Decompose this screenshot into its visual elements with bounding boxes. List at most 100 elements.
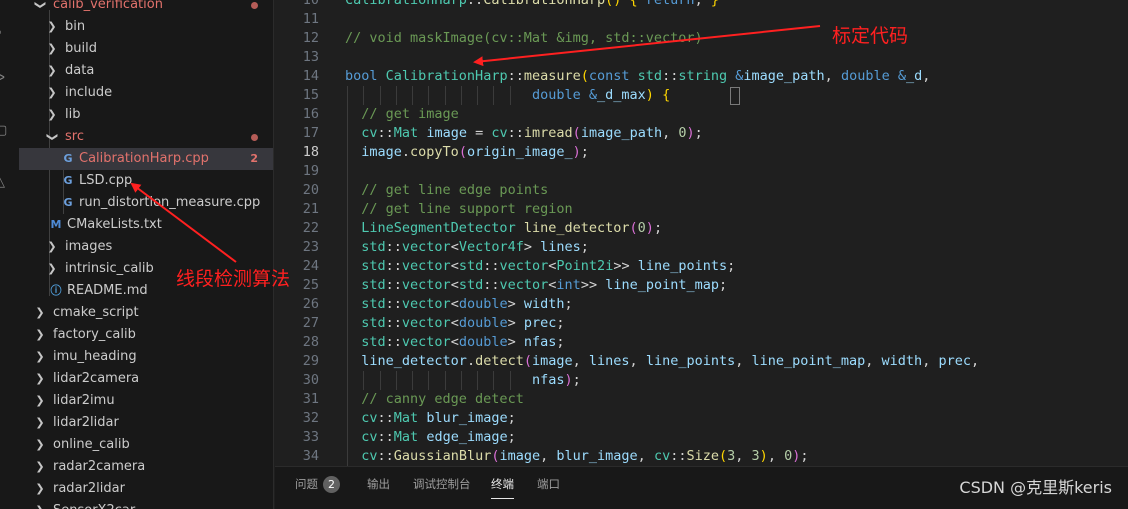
code-line[interactable]: cv::GaussianBlur (image, blur_image, cv::… — [345, 447, 808, 466]
code-editor[interactable]: 10 CalibrationHarp::CalibrationHarp() { r… — [275, 0, 1128, 466]
chevron-right-icon: ❯ — [35, 394, 45, 407]
tree-folder-radar2lidar[interactable]: ❯ radar2lidar — [19, 478, 273, 500]
code-token: double — [458, 315, 508, 331]
code-token: :: — [377, 410, 394, 426]
code-line[interactable]: double &_d_max) { — [345, 86, 670, 105]
extensions-icon[interactable]: ▢ — [0, 120, 19, 142]
code-line[interactable]: std::vector<Vector4f> lines; — [345, 238, 589, 257]
chevron-down-icon: ❯ — [34, 0, 47, 10]
tree-folder-src[interactable]: ❯ src — [19, 126, 273, 148]
code-token: image_path — [580, 125, 663, 141]
code-token: line_detector — [361, 353, 467, 369]
code-line[interactable]: std::vector<double> nfas; — [345, 333, 564, 352]
tree-folder-imu-heading[interactable]: ❯ imu_heading — [19, 346, 273, 368]
tree-folder-build[interactable]: ❯ build — [19, 38, 273, 60]
code-token: ( — [629, 220, 638, 236]
code-line[interactable]: // get line support region — [345, 200, 572, 219]
code-line[interactable]: image.copyTo(origin_image_); — [345, 143, 589, 162]
code-token: , — [865, 353, 882, 369]
tree-folder-lib[interactable]: ❯ lib — [19, 104, 273, 126]
tree-folder-online-calib[interactable]: ❯ online_calib — [19, 434, 273, 456]
chevron-right-icon: ❯ — [35, 306, 45, 319]
chevron-right-icon: ❯ — [35, 372, 45, 385]
panel-tab-3[interactable]: 终端 — [491, 476, 514, 499]
code-line[interactable]: cv::Mat edge_image; — [345, 428, 515, 447]
tree-folder-lidar2imu[interactable]: ❯ lidar2imu — [19, 390, 273, 412]
annotation-calib-code: 标定代码 — [832, 25, 909, 47]
code-token: CalibrationHarp — [345, 0, 467, 8]
panel-tab-2[interactable]: 调试控制台 — [413, 476, 471, 492]
code-line[interactable]: std::vector<std::vector<Point2i>> line_p… — [345, 257, 735, 276]
code-token: measure — [523, 68, 581, 84]
panel-tab-0[interactable]: 问题 2 — [295, 476, 340, 493]
line-number: 19 — [302, 163, 319, 179]
code-token: ( — [580, 68, 589, 84]
code-line[interactable]: std::vector<std::vector<int>> line_point… — [345, 276, 727, 295]
panel-tab-label: 调试控制台 — [413, 477, 471, 491]
code-token: :: — [385, 239, 402, 255]
chevron-right-icon: ❯ — [47, 64, 57, 77]
code-token: ( — [523, 353, 532, 369]
tree-item-label: online_calib — [53, 437, 130, 452]
panel-tab-4[interactable]: 端口 — [537, 476, 560, 492]
indent-guide — [379, 371, 381, 390]
tree-folder-images[interactable]: ❯ images — [19, 236, 273, 258]
tree-file-cmakelists-txt[interactable]: M CMakeLists.txt — [19, 214, 273, 236]
tree-folder-data[interactable]: ❯ data — [19, 60, 273, 82]
code-line[interactable]: std::vector<double> prec; — [345, 314, 564, 333]
tree-folder-radar2camera[interactable]: ❯ radar2camera — [19, 456, 273, 478]
tree-folder-sensorx2car[interactable]: ❯ SensorX2car — [19, 500, 273, 509]
line-number: 23 — [302, 239, 319, 255]
code-token: :: — [466, 0, 484, 8]
code-token: image — [426, 125, 467, 141]
source-control-icon[interactable]: ᐅ — [0, 68, 19, 90]
code-line[interactable]: cv::Mat image = cv::imread(image_path, 0… — [345, 124, 703, 143]
indent-guide — [412, 371, 414, 390]
code-line[interactable]: // canny edge detect — [345, 390, 524, 409]
tree-folder-lidar2camera[interactable]: ❯ lidar2camera — [19, 368, 273, 390]
code-token: vector — [499, 277, 549, 293]
tree-folder-cmake-script[interactable]: ❯ cmake_script — [19, 302, 273, 324]
chevron-right-icon: ❯ — [35, 416, 45, 429]
tree-folder-calib-verification[interactable]: ❯ calib_verification — [19, 0, 273, 16]
code-token: GaussianBlur — [393, 448, 492, 464]
tree-item-label: imu_heading — [53, 349, 137, 364]
code-token: std — [361, 258, 386, 274]
panel-tab-1[interactable]: 输出 — [367, 476, 390, 492]
code-line[interactable]: // get line edge points — [345, 181, 548, 200]
tree-file-lsd-cpp[interactable]: G LSD.cpp — [19, 170, 273, 192]
code-token: ( — [458, 144, 467, 160]
tree-item-label: lidar2imu — [53, 393, 115, 408]
search-icon[interactable]: ⌕ — [0, 22, 19, 44]
tree-folder-bin[interactable]: ❯ bin — [19, 16, 273, 38]
code-line[interactable]: bool CalibrationHarp::measure(const std:… — [345, 67, 930, 86]
tree-folder-include[interactable]: ❯ include — [19, 82, 273, 104]
code-token: < — [450, 239, 459, 255]
code-token: std — [361, 296, 386, 312]
code-line[interactable]: line_detector.detect(image, lines, line_… — [345, 352, 979, 371]
tree-file-run-distortion-measure-cpp[interactable]: Grun_distortion_measure.cpp — [19, 192, 273, 214]
tree-file-calibrationharp-cpp[interactable]: G CalibrationHarp.cpp 2 — [19, 148, 273, 170]
code-line[interactable]: CalibrationHarp::CalibrationHarp() { ret… — [345, 0, 719, 10]
remote-icon[interactable]: △ — [0, 172, 19, 194]
tree-folder-lidar2lidar[interactable]: ❯ lidar2lidar — [19, 412, 273, 434]
code-token: & — [588, 87, 597, 103]
tree-item-label: data — [65, 63, 95, 78]
code-token: ) — [759, 448, 768, 464]
problems-count-badge: 2 — [250, 152, 258, 165]
chevron-right-icon: ❯ — [35, 460, 45, 473]
code-token: const — [588, 68, 630, 84]
code-token: copyTo — [410, 144, 459, 160]
tree-folder-factory-calib[interactable]: ❯ factory_calib — [19, 324, 273, 346]
code-line[interactable]: // get image — [345, 105, 459, 124]
code-line[interactable]: // void maskImage(cv::Mat &img, std::vec… — [345, 29, 703, 48]
line-number: 12 — [302, 30, 319, 46]
indentation — [345, 87, 532, 103]
code-line[interactable]: cv::Mat blur_image; — [345, 409, 515, 428]
code-line[interactable]: std::vector<double> width; — [345, 295, 572, 314]
tree-item-label: lib — [65, 107, 81, 122]
code-line[interactable]: LineSegmentDetector line_detector(0); — [345, 219, 662, 238]
info-icon: ⓘ — [50, 284, 62, 297]
